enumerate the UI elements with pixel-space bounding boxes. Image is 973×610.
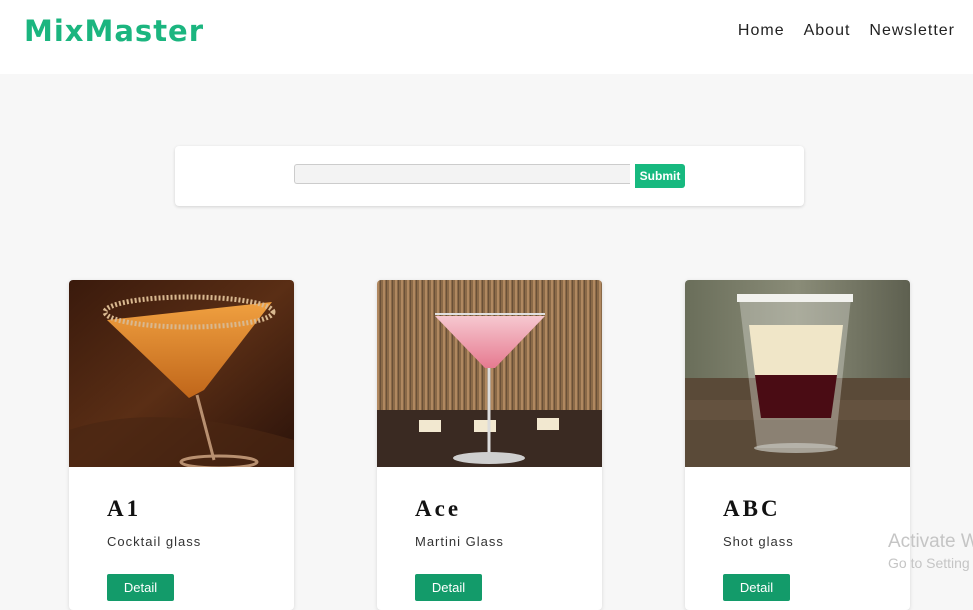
activate-windows-watermark: Activate W Go to Setting <box>888 531 973 571</box>
layered-shot-glass-photo <box>685 280 910 467</box>
search-panel: Submit <box>175 146 804 206</box>
nav-about-link[interactable]: About <box>804 22 851 40</box>
drink-name: A1 <box>107 496 142 521</box>
drink-name: Ace <box>415 496 462 521</box>
drink-glass: Martini Glass <box>415 534 504 549</box>
detail-button[interactable]: Detail <box>415 574 482 601</box>
nav-home-link[interactable]: Home <box>738 22 785 40</box>
nav-newsletter-link[interactable]: Newsletter <box>869 22 955 40</box>
detail-button[interactable]: Detail <box>107 574 174 601</box>
drink-card: ABC Shot glass Detail <box>685 280 910 610</box>
submit-button[interactable]: Submit <box>635 164 685 188</box>
main-nav: Home About Newsletter <box>738 22 955 40</box>
drink-card: A1 Cocktail glass Detail <box>69 280 294 610</box>
detail-button[interactable]: Detail <box>723 574 790 601</box>
search-input[interactable] <box>294 164 630 184</box>
site-logo[interactable]: MixMaster <box>24 14 204 48</box>
pink-martini-cocktail-photo <box>377 280 602 467</box>
site-header: MixMaster Home About Newsletter <box>0 0 973 74</box>
orange-martini-cocktail-photo <box>69 280 294 467</box>
drink-card: Ace Martini Glass Detail <box>377 280 602 610</box>
watermark-line2: Go to Setting <box>888 555 970 571</box>
drink-glass: Shot glass <box>723 534 794 549</box>
watermark-line1: Activate W <box>888 531 973 552</box>
drink-name: ABC <box>723 496 781 521</box>
drink-glass: Cocktail glass <box>107 534 202 549</box>
